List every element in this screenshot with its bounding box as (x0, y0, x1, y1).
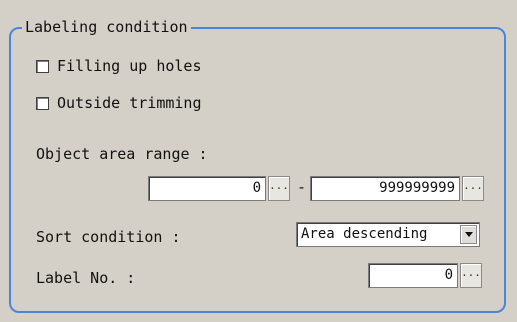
chevron-down-icon[interactable] (460, 225, 477, 244)
range-separator: - (297, 178, 307, 196)
area-max-input[interactable]: 999999999 (310, 176, 460, 201)
checkbox-icon[interactable] (36, 59, 49, 73)
area-min-input[interactable]: 0 (148, 176, 266, 201)
checkbox-icon[interactable] (36, 96, 49, 110)
filling-up-holes-label: Filling up holes (57, 57, 202, 75)
object-area-range-label: Object area range : (36, 145, 208, 163)
sort-condition-value: Area descending (301, 226, 428, 242)
area-min-browse-button[interactable]: ... (268, 176, 290, 201)
sort-condition-select[interactable]: Area descending (296, 222, 480, 247)
outside-trimming-option[interactable]: Outside trimming (36, 94, 202, 112)
sort-condition-label: Sort condition : (36, 228, 181, 246)
group-title: Labeling condition (22, 18, 191, 36)
label-no-input[interactable]: 0 (368, 263, 458, 288)
outside-trimming-label: Outside trimming (57, 94, 202, 112)
area-max-browse-button[interactable]: ... (462, 176, 484, 201)
label-no-browse-button[interactable]: ... (460, 263, 482, 288)
filling-up-holes-option[interactable]: Filling up holes (36, 57, 202, 75)
label-no-label: Label No. : (36, 269, 136, 287)
